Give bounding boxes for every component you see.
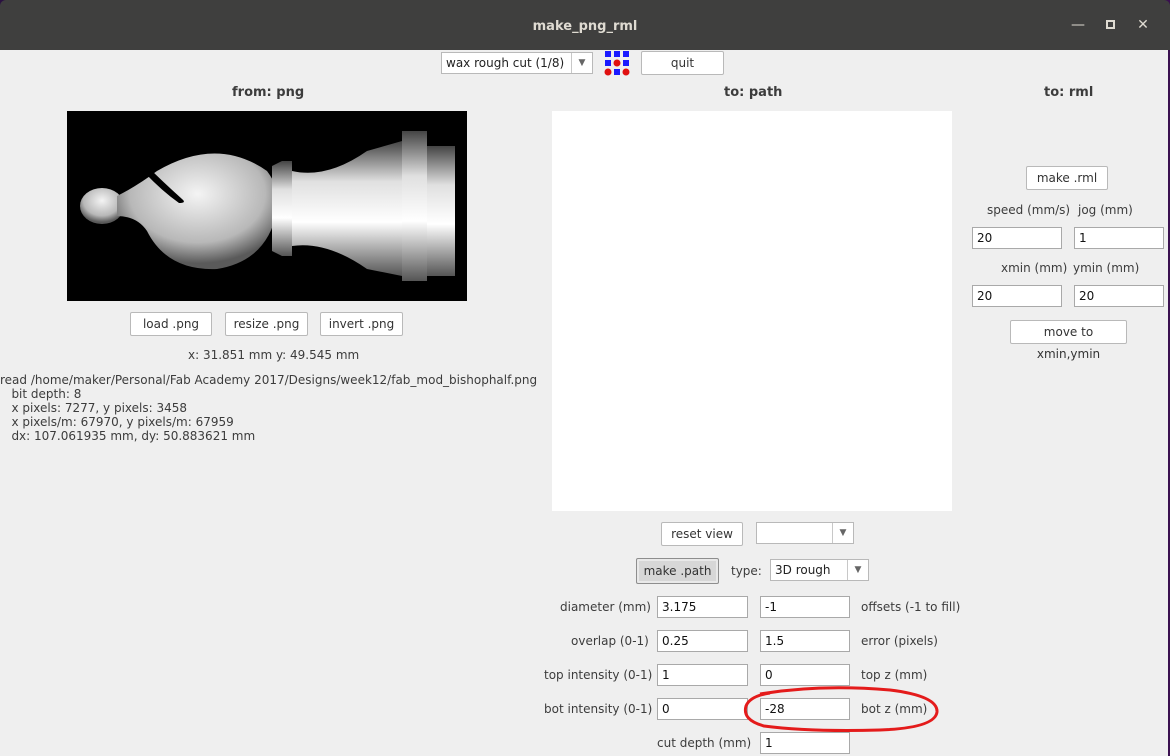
view-select[interactable]: ▼ [756,522,854,544]
overlap-field[interactable]: 0.25 [657,630,748,652]
to-rml-header: to: rml [1044,85,1094,100]
ymin-label: ymin (mm) [1073,261,1140,275]
top-z-field[interactable]: 0 [760,664,850,686]
top-z-label: top z (mm) [861,668,928,682]
load-png-button[interactable]: load .png [130,312,212,336]
maximize-square [1106,20,1115,29]
overlap-label: overlap (0-1) [571,634,649,648]
png-preview-image [67,111,467,301]
window-titlebar[interactable]: make_png_rml — ✕ [0,0,1170,50]
reset-view-button[interactable]: reset view [661,522,743,546]
red-annotation-circle [743,686,939,732]
error-field[interactable]: 1.5 [760,630,850,652]
minimize-icon[interactable]: — [1070,17,1086,33]
ymin-field[interactable]: 20 [1074,285,1164,307]
diameter-field[interactable]: 3.175 [657,596,748,618]
maximize-icon[interactable] [1103,17,1119,33]
invert-png-button[interactable]: invert .png [320,312,403,336]
offsets-field[interactable]: -1 [760,596,850,618]
make-path-button[interactable]: make .path [636,558,719,584]
offsets-label: offsets (-1 to fill) [861,600,961,614]
type-label: type: [731,564,762,578]
png-info-text: read /home/maker/Personal/Fab Academy 20… [0,373,537,443]
info-line: bit depth: 8 [0,387,82,401]
move-to-xmin-ymin-button[interactable]: move to xmin,ymin [1010,320,1127,361]
process-select[interactable]: wax rough cut (1/8) ▼ [441,52,593,74]
speed-label: speed (mm/s) [987,203,1071,217]
jog-label: jog (mm) [1078,203,1133,217]
quit-button[interactable]: quit [641,51,724,75]
cut-depth-label: cut depth (mm) [657,736,752,750]
main-window: wax rough cut (1/8) ▼ quit from: png loa… [0,50,1168,756]
info-line: read /home/maker/Personal/Fab Academy 20… [0,373,538,387]
cursor-xy-readout: x: 31.851 mm y: 49.545 mm [188,348,360,362]
error-label: error (pixels) [861,634,938,648]
to-path-header: to: path [724,85,783,100]
make-rml-button[interactable]: make .rml [1026,166,1108,190]
info-line: x pixels/m: 67970, y pixels/m: 67959 [0,415,234,429]
process-select-value: wax rough cut (1/8) [446,56,565,70]
close-icon[interactable]: ✕ [1135,17,1151,33]
top-intensity-field[interactable]: 1 [657,664,748,686]
xmin-label: xmin (mm) [1001,261,1068,275]
chevron-down-icon: ▼ [832,523,853,543]
chevron-down-icon: ▼ [847,560,868,580]
fab-logo-icon [604,51,630,76]
info-line: dx: 107.061935 mm, dy: 50.883621 mm [0,429,256,443]
bot-intensity-field[interactable]: 0 [657,698,748,720]
speed-field[interactable]: 20 [972,227,1062,249]
bot-intensity-label: bot intensity (0-1) [544,702,653,716]
xmin-field[interactable]: 20 [972,285,1062,307]
from-png-header: from: png [232,85,305,100]
jog-field[interactable]: 1 [1074,227,1164,249]
info-line: x pixels: 7277, y pixels: 3458 [0,401,188,415]
window-title: make_png_rml [532,19,638,34]
diameter-label: diameter (mm) [560,600,651,614]
path-type-select[interactable]: 3D rough ▼ [770,559,869,581]
resize-png-button[interactable]: resize .png [225,312,308,336]
path-preview-canvas[interactable] [552,111,952,511]
chevron-down-icon: ▼ [571,53,592,73]
path-type-value: 3D rough [775,563,831,577]
top-intensity-label: top intensity (0-1) [544,668,653,682]
